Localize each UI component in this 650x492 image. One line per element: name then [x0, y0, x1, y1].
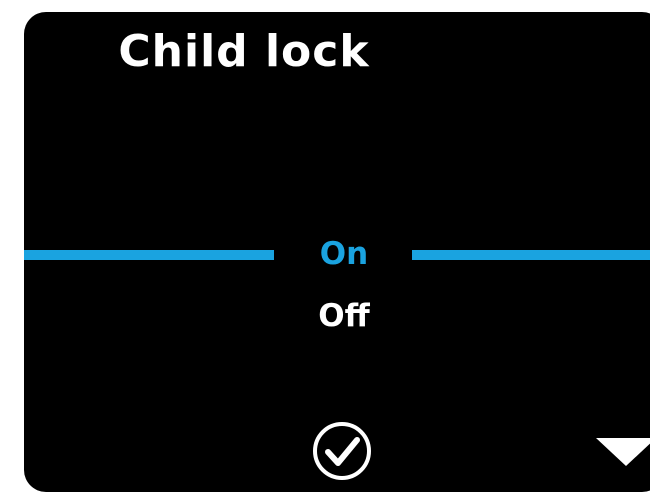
triangle-down-icon: [596, 438, 650, 466]
checkmark-circle-icon: [313, 422, 371, 480]
scroll-down-button[interactable]: [596, 430, 650, 470]
option-off[interactable]: Off: [284, 298, 404, 334]
selection-indicator-left: [24, 250, 274, 260]
selection-indicator-right: [412, 250, 650, 260]
child-lock-screen: Child lock On Off: [24, 12, 650, 492]
page-title: Child lock: [118, 26, 370, 77]
confirm-button[interactable]: [311, 420, 373, 482]
option-on[interactable]: On: [284, 236, 404, 272]
